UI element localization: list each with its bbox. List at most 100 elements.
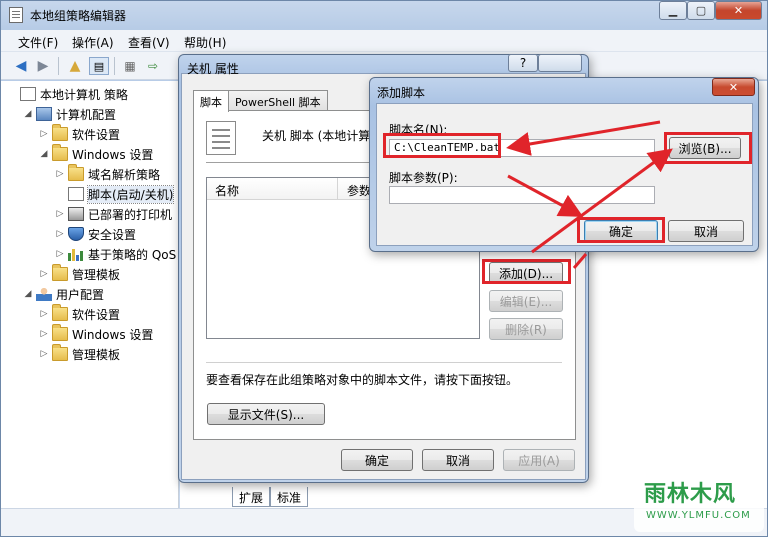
tree-item[interactable]: ▷ 软件设置 <box>1 124 120 144</box>
forward-arrow-icon: ▶ <box>37 58 49 74</box>
tree-item[interactable]: 脚本(启动/关机) <box>1 184 175 204</box>
tree-item[interactable]: ▷ 管理模板 <box>1 344 120 364</box>
menu-view[interactable]: 查看(V) <box>128 34 170 51</box>
tree-panel-icon: ▤ <box>93 59 105 73</box>
console-tree: 本地计算机 策略 ◢ 计算机配置 ▷ 软件设置 ◢ Windows 设置 ▷ 域名解析策略 脚本(… <box>1 81 179 508</box>
add-dialog-close-button[interactable]: ✕ <box>712 78 755 96</box>
tree-item[interactable]: ▷ 管理模板 <box>1 264 120 284</box>
tree-item[interactable]: ▷ 安全设置 <box>1 224 136 244</box>
show-files-button[interactable]: 显示文件(S)... <box>207 403 325 425</box>
expand-arrow-icon[interactable]: ▷ <box>55 229 65 239</box>
expand-arrow-icon[interactable]: ▷ <box>39 309 49 319</box>
props-apply-button[interactable]: 应用(A) <box>503 449 575 471</box>
column-params[interactable]: 参数 <box>347 182 371 199</box>
bar-chart-icon <box>68 247 84 261</box>
props-tabs: 脚本 PowerShell 脚本 <box>193 90 328 112</box>
toolbar-separator <box>114 57 115 75</box>
folder-icon <box>52 324 68 341</box>
export-icon: ⇨ <box>147 59 159 73</box>
tree-item-label: 脚本(启动/关机) <box>86 184 175 204</box>
script-file-icon <box>206 121 236 155</box>
props-close-button[interactable] <box>538 54 582 72</box>
tree-item-label: Windows 设置 <box>72 147 154 162</box>
script-icon <box>68 187 84 201</box>
menu-help[interactable]: 帮助(H) <box>184 34 226 51</box>
add-cancel-button[interactable]: 取消 <box>668 220 744 242</box>
expand-arrow-icon[interactable]: ▷ <box>39 129 49 139</box>
script-name-highlight-box <box>383 133 501 158</box>
tree-item-label: 基于策略的 QoS <box>88 247 177 262</box>
close-icon: ✕ <box>728 80 739 94</box>
app-icon <box>9 7 23 23</box>
export-button[interactable]: ⇨ <box>143 57 163 75</box>
back-arrow-icon: ◀ <box>15 58 27 74</box>
expand-arrow-icon[interactable]: ▷ <box>39 329 49 339</box>
tree-item-label: 管理模板 <box>72 267 121 282</box>
close-icon: ✕ <box>733 4 744 17</box>
user-icon <box>36 287 52 301</box>
add-dialog-title: 添加脚本 <box>377 86 426 100</box>
tree-item[interactable]: ▷ 域名解析策略 <box>1 164 160 184</box>
printer-icon <box>68 207 84 221</box>
expand-arrow-icon[interactable]: ▷ <box>55 209 65 219</box>
minimize-button[interactable]: ▁ <box>659 1 687 20</box>
properties-button[interactable]: ▦ <box>120 57 140 75</box>
menu-file[interactable]: 文件(F) <box>18 34 58 51</box>
computer-icon <box>36 107 52 121</box>
edit-button[interactable]: 编辑(E)... <box>489 290 563 312</box>
back-button[interactable]: ◀ <box>11 57 31 75</box>
minimize-icon: ▁ <box>668 4 678 17</box>
menu-bar: 文件(F) 操作(A) 查看(V) 帮助(H) <box>1 30 767 52</box>
close-button[interactable]: ✕ <box>715 1 762 20</box>
tree-item[interactable]: ▷ 基于策略的 QoS <box>1 244 177 264</box>
tab-powershell-scripts[interactable]: PowerShell 脚本 <box>228 90 328 111</box>
folder-icon <box>68 164 84 181</box>
column-divider <box>337 178 338 200</box>
tree-item[interactable]: 本地计算机 策略 <box>1 84 128 104</box>
props-ok-button[interactable]: 确定 <box>341 449 413 471</box>
menu-action[interactable]: 操作(A) <box>72 34 114 51</box>
tab-standard[interactable]: 标准 <box>270 487 309 507</box>
tree-item-label: 已部署的打印机 <box>88 207 173 222</box>
props-cancel-button[interactable]: 取消 <box>422 449 494 471</box>
watermark-logo: 雨林木风 WWW.YLMFU.COM <box>634 470 764 532</box>
expand-arrow-icon[interactable]: ▷ <box>55 169 65 179</box>
tree-item-label: 软件设置 <box>72 127 121 142</box>
expand-arrow-icon[interactable]: ▷ <box>39 269 49 279</box>
show-tree-button[interactable]: ▤ <box>89 57 109 75</box>
props-dialog-title: 关机 属性 <box>187 62 239 76</box>
tree-item-label: Windows 设置 <box>72 327 154 342</box>
tab-extended[interactable]: 扩展 <box>232 487 271 507</box>
toolbar-separator <box>58 57 59 75</box>
collapse-arrow-icon[interactable]: ◢ <box>23 289 33 299</box>
tree-item[interactable]: ◢ Windows 设置 <box>1 144 153 164</box>
expand-arrow-icon[interactable]: ▷ <box>39 349 49 359</box>
help-icon: ? <box>519 56 527 70</box>
remove-button[interactable]: 删除(R) <box>489 318 563 340</box>
collapse-arrow-icon[interactable]: ◢ <box>39 149 49 159</box>
document-icon <box>20 87 36 101</box>
tree-item-label: 域名解析策略 <box>88 167 161 182</box>
help-button[interactable]: ? <box>508 54 538 72</box>
tab-scripts[interactable]: 脚本 <box>193 90 229 112</box>
column-name[interactable]: 名称 <box>215 182 239 199</box>
tree-item[interactable]: ▷ 已部署的打印机 <box>1 204 172 224</box>
forward-button[interactable]: ▶ <box>33 57 53 75</box>
view-tabs: 扩展 标准 <box>232 487 309 507</box>
maximize-button[interactable]: ▢ <box>687 1 715 20</box>
tree-item-label: 本地计算机 策略 <box>40 87 128 102</box>
up-folder-button[interactable]: ▲ <box>65 57 85 75</box>
maximize-icon: ▢ <box>695 4 707 17</box>
folder-icon <box>52 344 68 361</box>
tree-item[interactable]: ▷ Windows 设置 <box>1 324 153 344</box>
tree-item[interactable]: ◢ 用户配置 <box>1 284 104 304</box>
expand-arrow-icon[interactable]: ▷ <box>55 249 65 259</box>
watermark-url: WWW.YLMFU.COM <box>646 510 751 521</box>
title-bar: 本地组策略编辑器 <box>0 0 768 30</box>
security-icon <box>68 227 84 241</box>
tree-item[interactable]: ◢ 计算机配置 <box>1 104 116 124</box>
tree-item[interactable]: ▷ 软件设置 <box>1 304 120 324</box>
collapse-arrow-icon[interactable]: ◢ <box>23 109 33 119</box>
script-params-input[interactable] <box>389 186 655 204</box>
tree-item-label: 计算机配置 <box>56 107 117 122</box>
